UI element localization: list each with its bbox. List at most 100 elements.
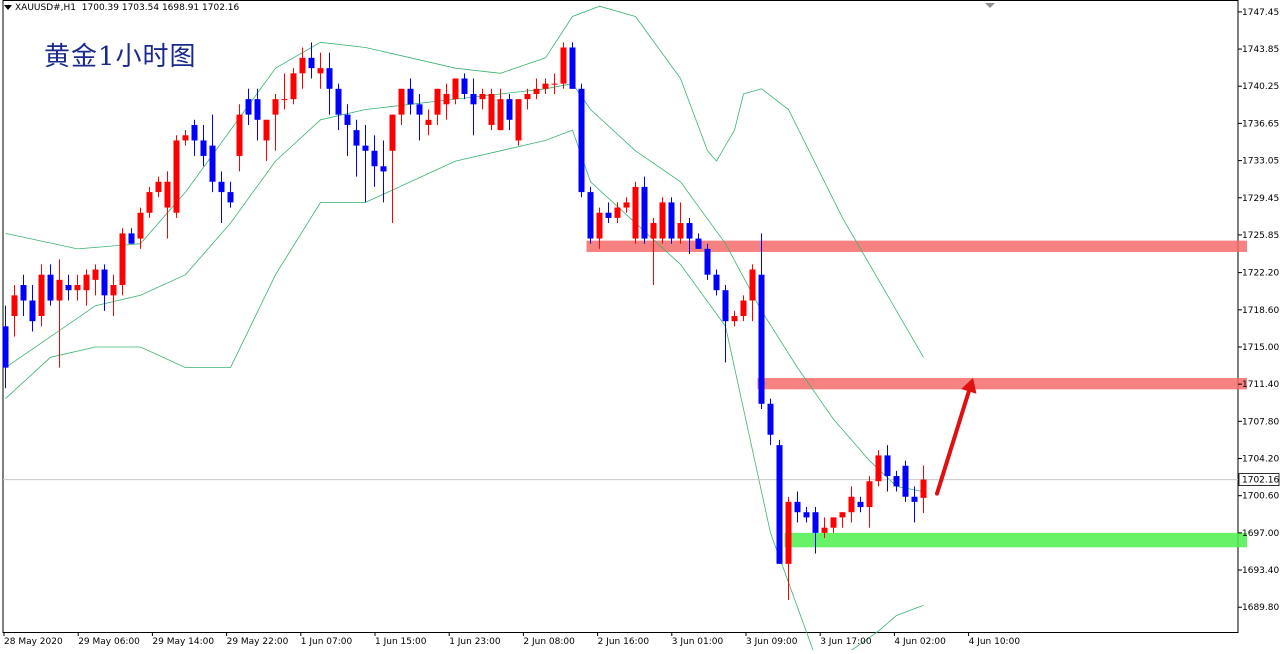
candle-body[interactable]	[920, 479, 927, 498]
candle-body[interactable]	[668, 202, 675, 239]
candle-body[interactable]	[92, 269, 99, 280]
candle-body[interactable]	[560, 47, 567, 84]
candle-body[interactable]	[803, 512, 810, 518]
candle-body[interactable]	[596, 212, 603, 239]
candle-body[interactable]	[137, 212, 144, 239]
candle-body[interactable]	[686, 223, 693, 239]
candle-body[interactable]	[632, 186, 639, 239]
candle-body[interactable]	[605, 212, 612, 218]
candle-body[interactable]	[488, 93, 495, 125]
candle-body[interactable]	[614, 207, 621, 218]
candle-body[interactable]	[677, 223, 684, 239]
candle-body[interactable]	[38, 274, 45, 316]
candle-body[interactable]	[569, 47, 576, 89]
candle-body[interactable]	[839, 512, 846, 518]
candle-body[interactable]	[200, 140, 207, 156]
candle-body[interactable]	[173, 140, 180, 213]
chart-area[interactable]: 1747.45 1743.85 1740.25 1736.65 1733.05 1729.…	[0, 0, 1280, 654]
candle-body[interactable]	[218, 181, 225, 193]
candle-body[interactable]	[272, 99, 279, 115]
dropdown-triangle-icon[interactable]	[4, 5, 12, 10]
candle-body[interactable]	[245, 99, 252, 115]
candle-body[interactable]	[587, 192, 594, 239]
candle-body[interactable]	[209, 145, 216, 182]
candle-body[interactable]	[434, 88, 441, 115]
candle-body[interactable]	[317, 68, 324, 74]
candle-body[interactable]	[443, 93, 450, 105]
candle-body[interactable]	[821, 527, 828, 533]
candle-body[interactable]	[461, 78, 468, 94]
candle-body[interactable]	[902, 465, 909, 497]
candle-body[interactable]	[353, 130, 360, 146]
candle-body[interactable]	[713, 274, 720, 291]
candle-body[interactable]	[155, 181, 162, 193]
candle-body[interactable]	[164, 181, 171, 208]
candle-body[interactable]	[479, 93, 486, 100]
candle-body[interactable]	[191, 124, 198, 141]
candle-body[interactable]	[650, 223, 657, 239]
candle-body[interactable]	[641, 186, 648, 239]
candle-body[interactable]	[875, 455, 882, 482]
candle-body[interactable]	[119, 233, 126, 286]
candle-body[interactable]	[497, 99, 504, 131]
candle-body[interactable]	[659, 202, 666, 239]
candle-body[interactable]	[812, 512, 819, 533]
candle-body[interactable]	[47, 274, 54, 301]
candle-body[interactable]	[533, 88, 540, 94]
candle-body[interactable]	[722, 290, 729, 322]
candle-body[interactable]	[398, 88, 405, 115]
candle-body[interactable]	[254, 99, 261, 120]
candle-body[interactable]	[263, 119, 270, 141]
candle-body[interactable]	[776, 445, 783, 564]
candle-body[interactable]	[470, 93, 477, 105]
candle-body[interactable]	[623, 202, 630, 208]
candle-body[interactable]	[794, 501, 801, 513]
candle-body[interactable]	[308, 57, 315, 69]
candle-body[interactable]	[290, 73, 297, 100]
candle-body[interactable]	[407, 88, 414, 105]
candle-body[interactable]	[74, 285, 81, 291]
candle-body[interactable]	[884, 455, 891, 477]
candle-body[interactable]	[416, 104, 423, 115]
candle-body[interactable]	[101, 269, 108, 296]
candle-body[interactable]	[452, 78, 459, 100]
candle-body[interactable]	[767, 403, 774, 435]
candle-body[interactable]	[326, 68, 333, 89]
candle-body[interactable]	[749, 269, 756, 301]
candle-body[interactable]	[110, 285, 117, 296]
candle-body[interactable]	[695, 238, 702, 249]
candle-body[interactable]	[524, 93, 531, 100]
candle-body[interactable]	[704, 248, 711, 275]
price-chart[interactable]: 1747.45 1743.85 1740.25 1736.65 1733.05 1729.…	[0, 0, 1280, 654]
candle-body[interactable]	[740, 300, 747, 316]
candle-body[interactable]	[425, 119, 432, 125]
candle-body[interactable]	[380, 166, 387, 172]
candle-body[interactable]	[20, 285, 27, 301]
candle-body[interactable]	[128, 233, 135, 244]
candle-body[interactable]	[911, 496, 918, 502]
candle-body[interactable]	[29, 300, 36, 322]
candle-body[interactable]	[2, 326, 9, 368]
candle-body[interactable]	[281, 99, 288, 101]
candle-body[interactable]	[893, 476, 900, 487]
candle-body[interactable]	[11, 295, 18, 316]
candle-body[interactable]	[146, 192, 153, 213]
candle-body[interactable]	[578, 88, 585, 193]
candle-body[interactable]	[371, 150, 378, 167]
candle-body[interactable]	[542, 83, 549, 89]
candle-body[interactable]	[866, 481, 873, 508]
candle-body[interactable]	[344, 114, 351, 125]
candle-body[interactable]	[785, 501, 792, 564]
candle-body[interactable]	[335, 88, 342, 115]
candle-body[interactable]	[830, 517, 837, 528]
candle-body[interactable]	[506, 99, 513, 120]
candle-body[interactable]	[758, 274, 765, 404]
candle-body[interactable]	[857, 501, 864, 508]
candle-body[interactable]	[515, 99, 522, 141]
candle-body[interactable]	[227, 192, 234, 203]
candle-body[interactable]	[389, 114, 396, 151]
candle-body[interactable]	[83, 274, 90, 291]
candle-body[interactable]	[362, 145, 369, 151]
candle-body[interactable]	[299, 57, 306, 74]
candle-body[interactable]	[56, 279, 63, 301]
